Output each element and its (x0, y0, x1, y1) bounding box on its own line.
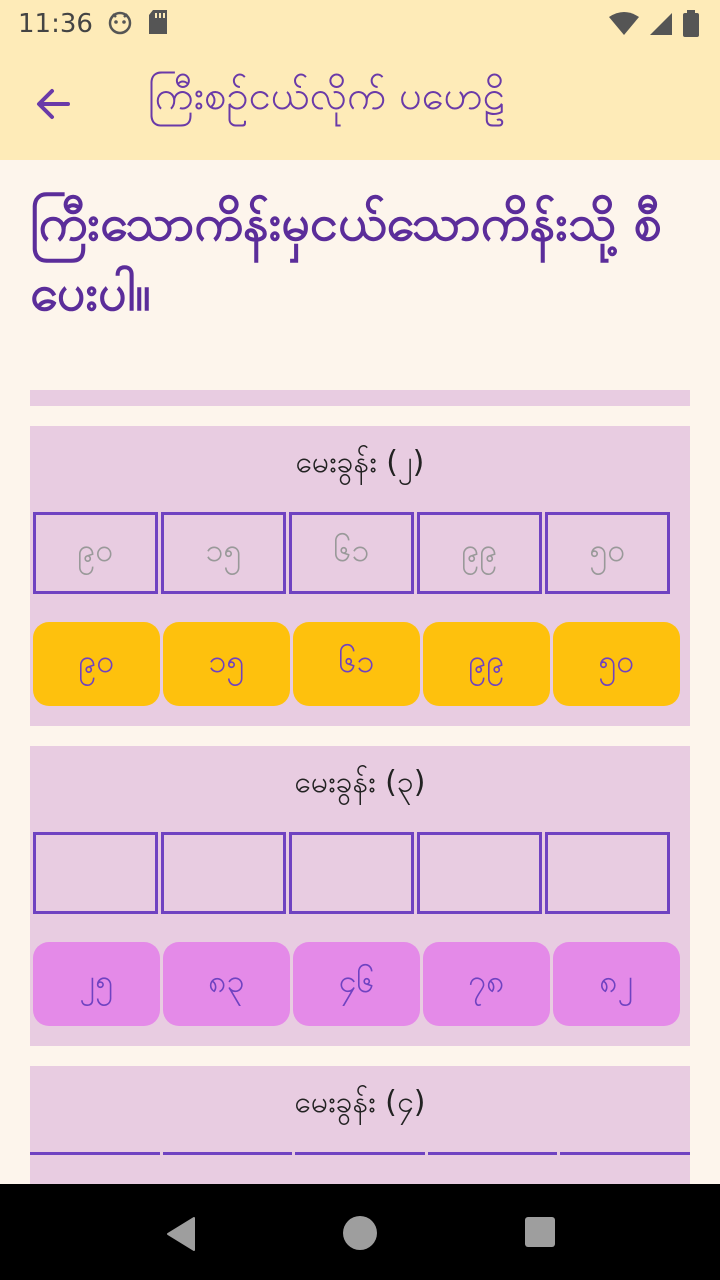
signal-icon (648, 11, 674, 41)
number-options: ၂၅ ၈၃ ၄၆ ၇၈ ၈၂ (33, 942, 680, 1026)
app-bar: ကြီးစဉ်ငယ်လိုက် ပဟေဠိ (0, 48, 720, 160)
answer-slot[interactable]: ၆၁ (289, 512, 414, 594)
page-title: ကြီးစဉ်ငယ်လိုက် ပဟေဠိ (148, 73, 506, 119)
back-button[interactable] (30, 84, 80, 124)
number-option-button[interactable]: ၁၅ (163, 622, 290, 706)
number-option-button[interactable]: ၉၉ (423, 622, 550, 706)
answer-slot[interactable] (545, 832, 670, 914)
navigation-bar (0, 1184, 720, 1280)
status-bar: 11:36 (0, 0, 720, 48)
question-title: မေးခွန်း (၄) (294, 1085, 426, 1120)
number-options: ၉၀ ၁၅ ၆၁ ၉၉ ၅၀ (33, 622, 680, 706)
number-option-button[interactable]: ၈၃ (163, 942, 290, 1026)
answer-slots-edge (30, 1152, 690, 1155)
wifi-icon (608, 11, 640, 41)
answer-slot[interactable]: ၉၀ (33, 512, 158, 594)
nav-recents-icon[interactable] (525, 1217, 555, 1247)
number-option-button[interactable]: ၈၂ (553, 942, 680, 1026)
number-option-button[interactable]: ၆၁ (293, 622, 420, 706)
question-title: မေးခွန်း (၃) (294, 765, 426, 800)
puzzle-list[interactable]: ကြီးသောကိန်းမှငယ်သောကိန်းသို့ စီပေးပါ။ မ… (0, 160, 720, 1184)
number-option-button[interactable]: ၅၀ (553, 622, 680, 706)
answer-slot[interactable] (289, 832, 414, 914)
question-card: မေးခွန်း (၂) ၉၀ ၁၅ ၆၁ ၉၉ ၅၀ ၉၀ ၁၅ ၆၁ ၉၉ … (30, 426, 690, 726)
answer-slot[interactable] (161, 832, 286, 914)
number-option-button[interactable]: ၉၀ (33, 622, 160, 706)
battery-icon (682, 10, 700, 42)
status-time: 11:36 (18, 9, 93, 39)
arrow-left-icon (37, 89, 70, 119)
answer-slots: ၉၀ ၁၅ ၆၁ ၉၉ ၅၀ (33, 512, 670, 594)
sd-card-icon (147, 9, 169, 39)
answer-slot[interactable] (417, 832, 542, 914)
notification-icon (107, 9, 133, 39)
answer-slot[interactable]: ၅၀ (545, 512, 670, 594)
number-option-button[interactable]: ၇၈ (423, 942, 550, 1026)
number-option-button[interactable]: ၂၅ (33, 942, 160, 1026)
nav-home-icon[interactable] (343, 1216, 377, 1250)
answer-slot[interactable]: ၁၅ (161, 512, 286, 594)
previous-card-edge (30, 390, 690, 406)
instruction-text: ကြီးသောကိန်းမှငယ်သောကိန်းသို့ စီပေးပါ။ (30, 194, 662, 322)
number-option-button[interactable]: ၄၆ (293, 942, 420, 1026)
answer-slots (33, 832, 670, 914)
answer-slot[interactable]: ၉၉ (417, 512, 542, 594)
answer-slot[interactable] (33, 832, 158, 914)
nav-back-icon[interactable] (164, 1216, 198, 1256)
question-card: မေးခွန်း (၄) (30, 1066, 690, 1184)
question-title: မေးခွန်း (၂) (295, 445, 425, 480)
question-card: မေးခွန်း (၃) ၂၅ ၈၃ ၄၆ ၇၈ ၈၂ (30, 746, 690, 1046)
